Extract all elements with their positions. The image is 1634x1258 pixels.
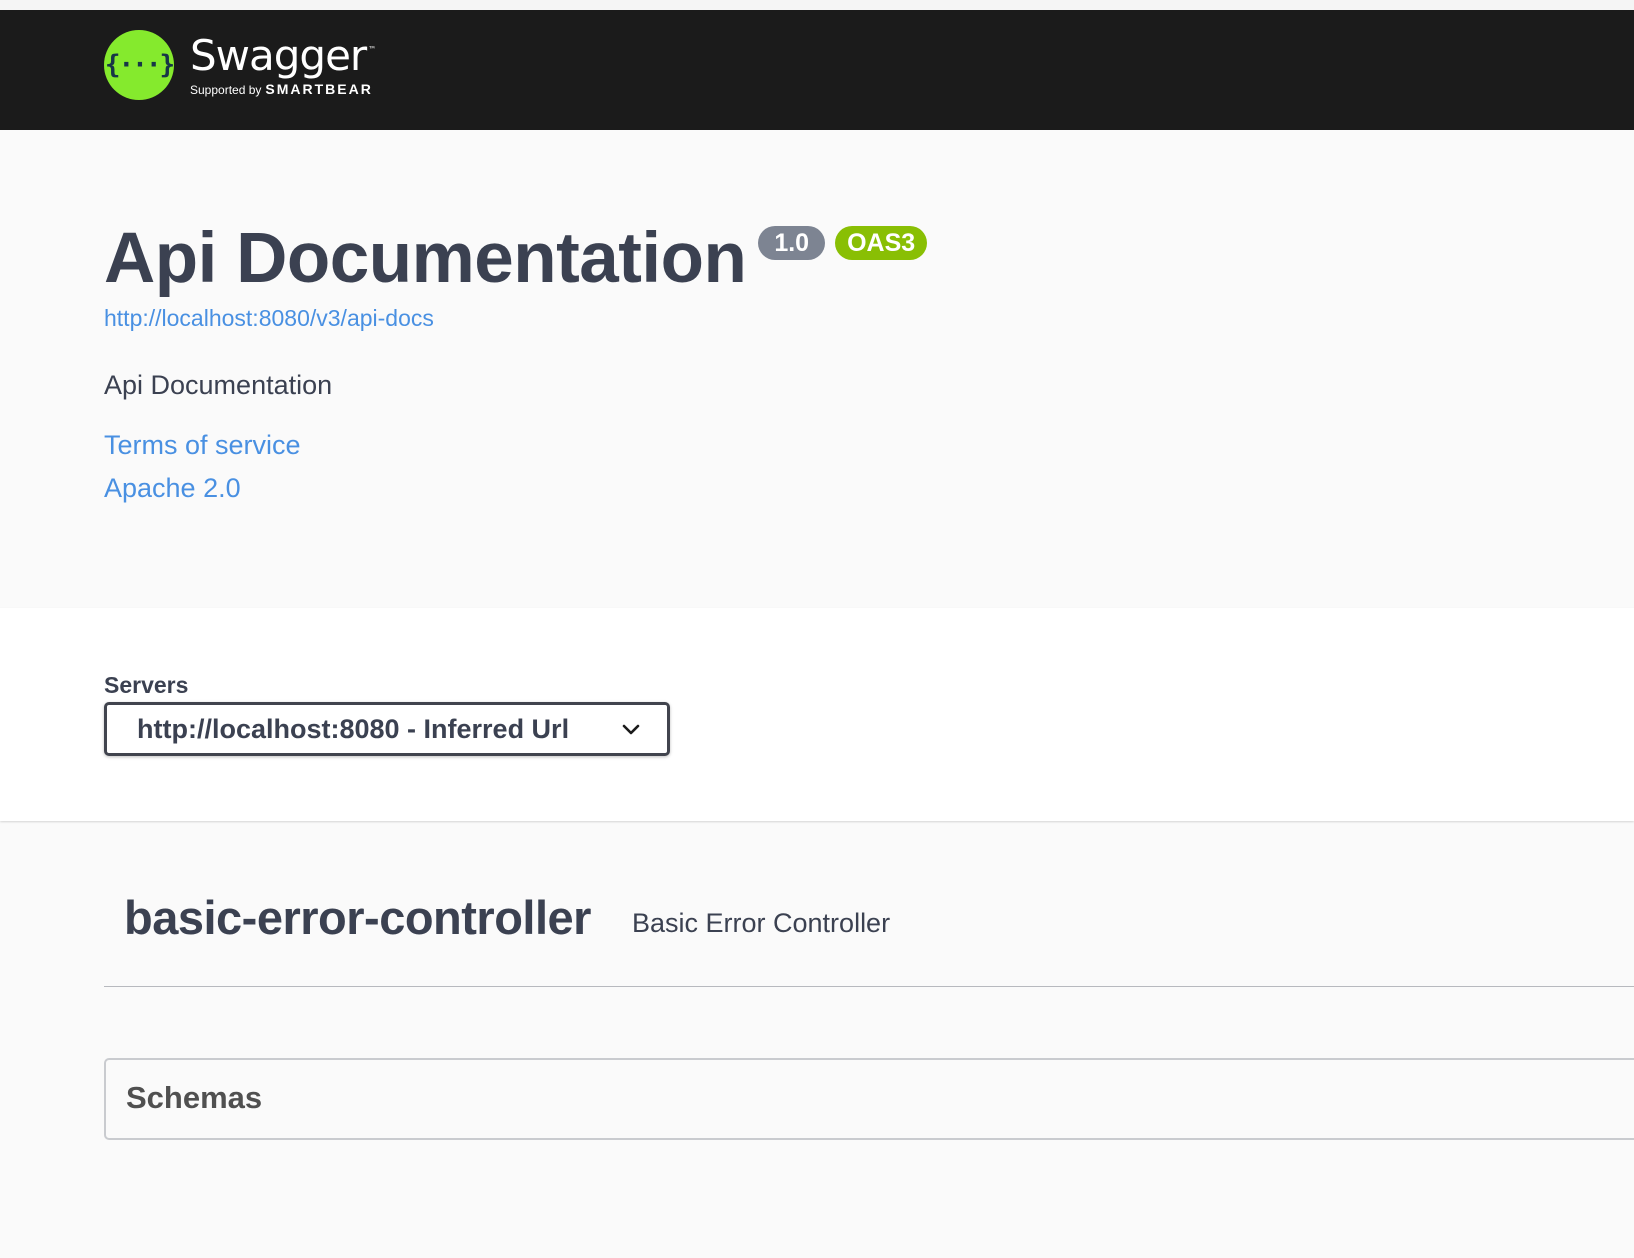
smartbear-brand: SMARTBEAR <box>265 81 373 97</box>
logo-name: Swagger ™ <box>190 31 377 80</box>
swagger-logo-icon: {···} <box>104 30 175 100</box>
servers-section: Servers http://localhost:8080 - Inferred… <box>0 608 1634 821</box>
spec-url-link[interactable]: http://localhost:8080/v3/api-docs <box>104 305 434 332</box>
api-description: Api Documentation <box>104 370 333 400</box>
api-info-section: Api Documentation 1.0 OAS3 http://localh… <box>0 130 1634 608</box>
terms-of-service-link[interactable]: Terms of service <box>104 430 301 461</box>
schemas-title: Schemas <box>126 1080 263 1115</box>
chevron-down-icon <box>622 724 640 735</box>
version-badge: 1.0 <box>758 226 826 260</box>
tag-section-basic-error-controller[interactable]: basic-error-controller Basic Error Contr… <box>104 880 1634 987</box>
license-link[interactable]: Apache 2.0 <box>104 473 241 504</box>
tag-name: basic-error-controller <box>124 891 591 944</box>
oas-badge: OAS3 <box>835 226 928 260</box>
page-title: Api Documentation <box>104 219 747 298</box>
schemas-section[interactable]: Schemas <box>104 1058 1634 1140</box>
topbar: {···} Swagger ™ Supported by SMARTBEAR <box>0 10 1634 130</box>
tag-description: Basic Error Controller <box>632 908 891 938</box>
servers-select[interactable]: http://localhost:8080 - Inferred Url <box>104 702 670 756</box>
swagger-logo[interactable]: {···} Swagger ™ Supported by SMARTBEAR <box>104 30 377 100</box>
title-row: Api Documentation 1.0 OAS3 <box>104 218 928 300</box>
servers-selected-value: http://localhost:8080 - Inferred Url <box>137 713 570 744</box>
servers-label: Servers <box>104 672 189 698</box>
logo-text: Swagger ™ Supported by SMARTBEAR <box>190 31 377 98</box>
logo-supported-by: Supported by SMARTBEAR <box>190 81 373 97</box>
